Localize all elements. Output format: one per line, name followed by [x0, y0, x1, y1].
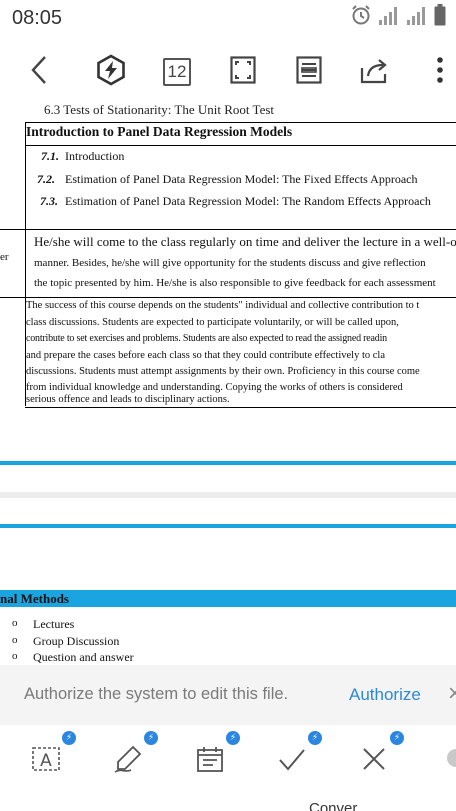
document-layout-icon [296, 56, 322, 88]
success-line: from individual knowledge and understand… [26, 382, 403, 393]
subsection-number: 7.3. [40, 194, 58, 208]
lightning-badge-icon: ⚡ [390, 731, 404, 745]
bottom-toolbar: A ⚡ ⚡ ⚡ ⚡ ⚡ Conver [0, 725, 456, 811]
subsection-text: Introduction [65, 149, 125, 163]
responsibility-line: He/she will come to the class regularly … [34, 234, 456, 249]
page-divider [0, 461, 456, 465]
doc-top-cut-text: 6.3 Tests of Stationarity: The Unit Root… [44, 105, 275, 117]
lightning-badge-icon: ⚡ [226, 731, 240, 745]
more-vertical-icon [436, 56, 444, 88]
authorize-button[interactable]: Authorize [349, 685, 421, 705]
text-box-tool[interactable]: A ⚡ [24, 731, 76, 783]
subsection-text: Estimation of Panel Data Regression Mode… [65, 172, 418, 186]
methods-heading: nal Methods [0, 591, 69, 606]
table-rule [25, 122, 456, 123]
cross-icon [359, 744, 389, 778]
signal-icon [378, 6, 400, 30]
document-view[interactable]: 6.3 Tests of Stationarity: The Unit Root… [0, 105, 456, 665]
responsibility-line: the topic presented by him. He/she is al… [34, 277, 436, 289]
battery-icon [434, 4, 446, 30]
lightning-hexagon-icon [95, 54, 127, 90]
page-count-button[interactable]: 12 [161, 50, 193, 94]
check-tool[interactable]: ⚡ [270, 731, 322, 783]
checkmark-icon [277, 744, 307, 778]
success-line: discussions. Students must attempt assig… [26, 366, 420, 377]
authorize-message: Authorize the system to edit this file. [24, 685, 289, 703]
method-item: Question and answer [33, 650, 134, 664]
text-box-icon: A [31, 744, 61, 778]
fullscreen-button[interactable] [227, 50, 259, 94]
table-rule [0, 297, 456, 298]
back-button[interactable] [22, 50, 56, 94]
share-button[interactable] [357, 50, 393, 94]
share-icon [359, 56, 391, 88]
chevron-left-icon [29, 55, 49, 89]
page-divider [0, 524, 456, 528]
lightning-badge-icon: ⚡ [62, 731, 76, 745]
success-line: serious offence and leads to disciplinar… [26, 394, 230, 405]
success-line: The success of this course depends on th… [26, 300, 420, 311]
bullet: o [12, 634, 18, 646]
table-rule [25, 145, 456, 146]
status-time: 08:05 [12, 7, 63, 29]
success-line: and prepare the cases before each class … [26, 350, 385, 361]
close-icon[interactable]: × [448, 680, 456, 708]
page-count: 12 [163, 58, 191, 86]
page-gap [0, 492, 456, 498]
success-line: contribute to set exercises and problems… [26, 333, 387, 344]
subsection-text: Estimation of Panel Data Regression Mode… [65, 194, 431, 208]
lightning-badge-icon: ⚡ [308, 731, 322, 745]
svg-text:A: A [40, 751, 52, 771]
method-item: Group Discussion [33, 634, 120, 648]
calendar-icon [195, 744, 225, 778]
date-tool[interactable]: ⚡ [188, 731, 240, 783]
quick-action-button[interactable] [92, 50, 130, 94]
section-title: Introduction to Panel Data Regression Mo… [26, 124, 293, 139]
signature-tool[interactable]: ⚡ [106, 731, 158, 783]
subsection-number: 7.2. [37, 172, 55, 186]
table-rule [25, 407, 456, 408]
status-bar: 08:05 [0, 0, 456, 38]
top-toolbar: 12 [0, 50, 456, 94]
method-item: Lectures [33, 617, 75, 631]
convert-label[interactable]: Conver [309, 800, 357, 811]
lightning-badge-icon: ⚡ [144, 731, 158, 745]
table-rule [0, 229, 456, 230]
cross-tool[interactable]: ⚡ [352, 731, 404, 783]
reading-mode-button[interactable] [293, 50, 325, 94]
methods-heading-bar: nal Methods [0, 590, 456, 607]
responsibility-line: manner. Besides, he/she will give opport… [34, 257, 426, 269]
success-line: class discussions. Students are expected… [26, 317, 399, 328]
dot-tool-icon[interactable] [447, 749, 456, 767]
pen-sign-icon [113, 744, 143, 778]
subsection-number: 7.1. [41, 149, 59, 163]
fullscreen-icon [230, 56, 256, 88]
left-cut-text: er [0, 251, 9, 263]
bullet: o [12, 617, 18, 629]
status-icons [350, 4, 446, 30]
signal-icon-2 [406, 6, 428, 30]
bullet: o [12, 650, 18, 662]
authorize-bar: Authorize the system to edit this file. … [0, 665, 456, 725]
table-left-border [25, 122, 26, 406]
more-options-button[interactable] [428, 50, 452, 94]
alarm-icon [350, 4, 372, 30]
